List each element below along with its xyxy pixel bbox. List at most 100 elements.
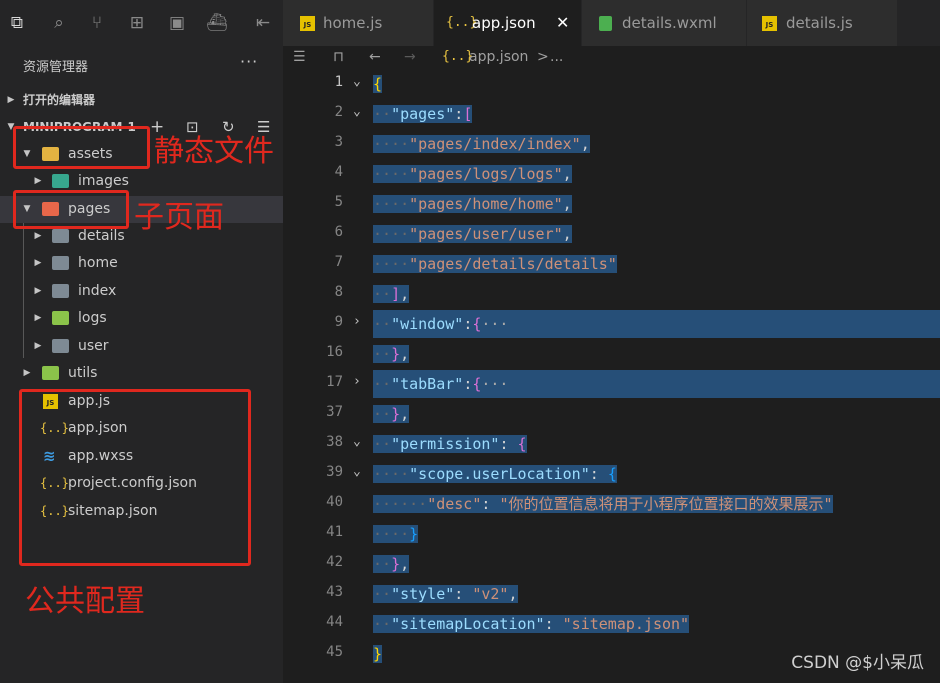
tab-details-js[interactable]: JS details.js — [747, 0, 898, 46]
tree-label: logs — [78, 310, 107, 326]
watermark: CSDN @$小呆瓜 — [791, 653, 924, 673]
collapse-icon[interactable]: ⇤ — [252, 12, 274, 34]
extensions-icon[interactable]: ⊞ — [126, 12, 148, 34]
chevron-right-icon: ▶ — [7, 95, 15, 105]
explorer-title: 资源管理器 — [23, 60, 89, 75]
tree-folder-logs[interactable]: ▶ logs — [0, 305, 283, 332]
line-number: 5 — [334, 194, 343, 210]
fold-open-icon[interactable]: ⌄ — [353, 434, 361, 449]
save-icon[interactable]: ▣ — [166, 12, 188, 34]
breadcrumb: ☰ ⊓ ← → {..} app.json > ... — [283, 46, 940, 68]
line-number: 9 — [334, 314, 343, 330]
fold-closed-icon[interactable]: › — [353, 374, 361, 389]
folder-icon — [42, 366, 59, 380]
wxml-file-icon — [599, 16, 612, 31]
fold-open-icon[interactable]: ⌄ — [353, 74, 361, 89]
brace: } — [373, 645, 383, 663]
code-line: } — [373, 640, 383, 668]
annotation-static-files: 静态文件 — [154, 134, 274, 169]
chevron-right-icon: ▶ — [34, 286, 42, 296]
breadcrumb-file[interactable]: app.json — [469, 46, 528, 68]
tree-folder-user[interactable]: ▶ user — [0, 333, 283, 360]
code-line: ····"pages/index/index", — [373, 135, 590, 153]
folder-icon — [52, 284, 69, 298]
open-editors-section[interactable]: ▶ 打开的编辑器 — [0, 89, 283, 111]
code-line: ··"window":{··· — [373, 310, 940, 338]
open-editors-label: 打开的编辑器 — [23, 93, 96, 107]
code-line: ··"style": "v2", — [373, 585, 518, 603]
line-number: 44 — [326, 614, 343, 630]
tab-details-wxml[interactable]: details.wxml — [582, 0, 747, 46]
code-line: ····"pages/details/details" — [373, 255, 617, 273]
line-number: 17 — [326, 374, 343, 390]
code-line: ··"sitemapLocation": "sitemap.json" — [373, 615, 690, 633]
line-number: 1 — [334, 74, 343, 90]
annotation-box-pages — [13, 190, 129, 229]
folder-icon — [52, 229, 69, 243]
folder-icon — [52, 311, 69, 325]
code-line: ····"scope.userLocation": { — [373, 465, 617, 483]
fold-open-icon[interactable]: ⌄ — [353, 464, 361, 479]
js-file-icon: JS — [762, 16, 777, 31]
code-line: { — [373, 70, 383, 98]
forward-arrow-icon[interactable]: → — [404, 46, 416, 68]
line-number: 45 — [326, 644, 343, 660]
code-line: ··}, — [373, 345, 410, 363]
list-icon[interactable]: ☰ — [293, 46, 306, 68]
line-number: 39 — [326, 464, 343, 480]
annotation-sub-pages: 子页面 — [134, 200, 224, 235]
tree-folder-index[interactable]: ▶ index — [0, 278, 283, 305]
close-icon[interactable]: ✕ — [556, 0, 569, 46]
folder-icon — [52, 339, 69, 353]
line-number: 43 — [326, 584, 343, 600]
tab-label: details.js — [786, 14, 853, 32]
bookmark-icon[interactable]: ⊓ — [333, 46, 344, 68]
line-number: 41 — [326, 524, 343, 540]
code-line: ····"pages/user/user", — [373, 225, 572, 243]
line-number: 40 — [326, 494, 343, 510]
code-line: ··}, — [373, 555, 410, 573]
tree-label: index — [78, 283, 117, 299]
docker-icon[interactable]: ⛴ — [206, 12, 228, 34]
fold-open-icon[interactable]: ⌄ — [353, 104, 361, 119]
chevron-right-icon: ▶ — [34, 258, 42, 268]
more-actions-icon[interactable]: ··· — [240, 52, 258, 71]
tab-label: app.json — [472, 14, 536, 32]
tab-label: home.js — [323, 14, 383, 32]
folder-icon — [52, 256, 69, 270]
annotation-public-config: 公共配置 — [25, 584, 145, 619]
search-icon[interactable]: ⌕ — [48, 12, 70, 34]
line-number: 37 — [326, 404, 343, 420]
line-number: 38 — [326, 434, 343, 450]
code-line: ······"desc": "你的位置信息将用于小程序位置接口的效果展示" — [373, 495, 833, 513]
code-editor[interactable]: 1 2 3 4 5 6 7 8 9 16 17 37 38 39 40 41 4… — [283, 68, 940, 683]
tree-label: home — [78, 255, 118, 271]
line-number: 7 — [334, 254, 343, 270]
code-line: ····"pages/logs/logs", — [373, 165, 572, 183]
brace: { — [373, 75, 383, 93]
fold-closed-icon[interactable]: › — [353, 314, 361, 329]
files-icon[interactable]: ⧉ — [6, 12, 28, 34]
breadcrumb-more[interactable]: ... — [550, 46, 563, 68]
tab-home-js[interactable]: JS home.js — [283, 0, 434, 46]
chevron-right-icon: ▶ — [23, 368, 31, 378]
back-arrow-icon[interactable]: ← — [369, 46, 381, 68]
line-number: 16 — [326, 344, 343, 360]
code-line: ··], — [373, 285, 410, 303]
chevron-right-icon: ▶ — [34, 313, 42, 323]
line-number: 3 — [334, 134, 343, 150]
code-line: ··}, — [373, 405, 410, 423]
code-line: ····"pages/home/home", — [373, 195, 572, 213]
tab-app-json[interactable]: {..} app.json ✕ — [434, 0, 582, 46]
tree-folder-home[interactable]: ▶ home — [0, 250, 283, 277]
image-folder-icon — [52, 174, 69, 188]
source-control-icon[interactable]: ⑂ — [86, 12, 108, 34]
code-line: ··"tabBar":{··· — [373, 370, 940, 398]
chevron-right-icon: ▶ — [34, 341, 42, 351]
activity-bar: ⧉ ⌕ ⑂ ⊞ ▣ ⛴ ⇤ — [0, 0, 283, 46]
tab-label: details.wxml — [622, 14, 717, 32]
code-line: ··"permission": { — [373, 435, 527, 453]
tree-folder-utils[interactable]: ▶ utils — [0, 360, 283, 387]
line-number: 2 — [334, 104, 343, 120]
js-file-icon: JS — [300, 16, 315, 31]
